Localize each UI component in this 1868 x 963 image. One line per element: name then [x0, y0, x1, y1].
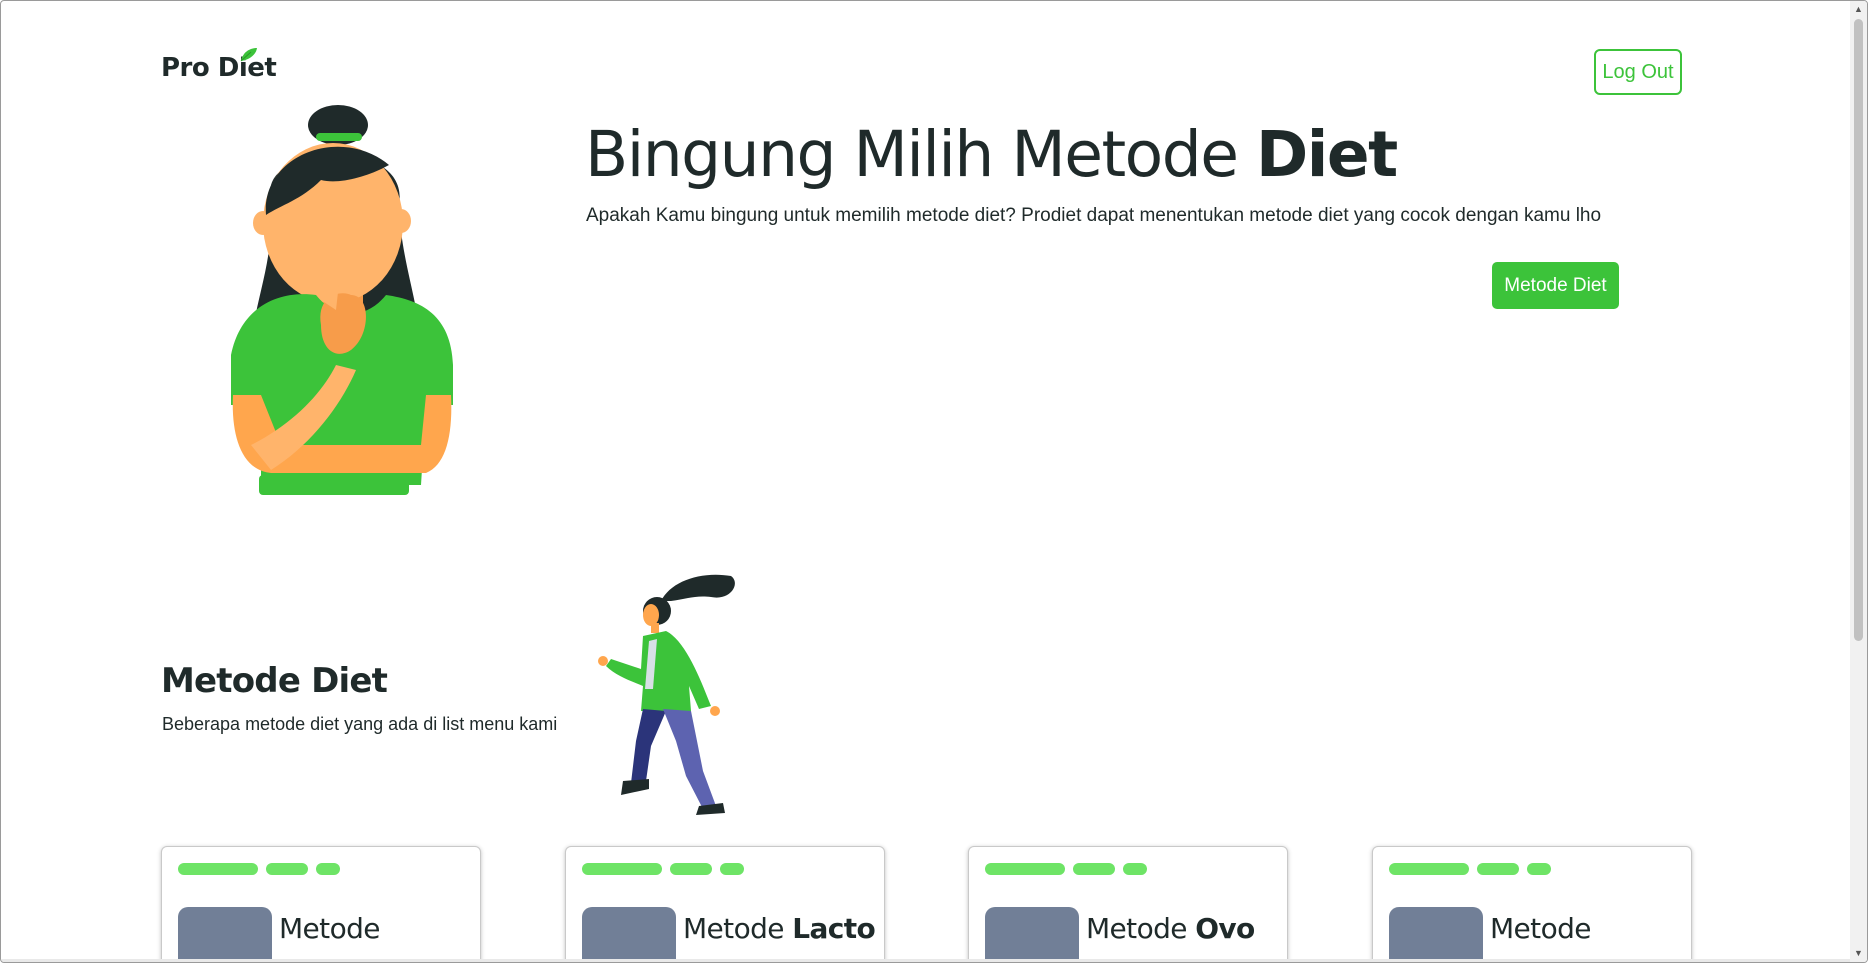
logo-text: Pro Diet: [161, 53, 277, 83]
diet-method-card[interactable]: Metode: [161, 846, 481, 962]
chevron-down-icon[interactable]: ▼: [1850, 945, 1867, 962]
tag-pill: [670, 863, 712, 875]
card-title: Metode: [1490, 912, 1592, 945]
card-title: Metode: [279, 912, 381, 945]
card-title-bold: Ovo: [1195, 912, 1255, 945]
card-thumbnail: [1389, 907, 1483, 962]
card-title-regular: Metode: [1490, 912, 1592, 945]
tag-pill: [178, 863, 258, 875]
section-description: Beberapa metode diet yang ada di list me…: [162, 714, 558, 734]
tag-pill: [1123, 863, 1147, 875]
scrollbar-thumb[interactable]: [1854, 19, 1863, 641]
tag-pill: [1389, 863, 1469, 875]
card-title-bold: Lacto: [792, 912, 876, 945]
hero-title: Bingung Milih Metode Diet: [585, 115, 1398, 195]
logout-button[interactable]: Log Out: [1594, 49, 1682, 95]
vertical-scrollbar[interactable]: ▲ ▼: [1850, 1, 1867, 962]
tag-pill: [720, 863, 744, 875]
browser-viewport: Pro Diet Log Out Bingung Milih Metode Di…: [0, 0, 1868, 963]
hero-description: Apakah Kamu bingung untuk memilih metode…: [586, 205, 1602, 226]
chevron-up-icon[interactable]: ▲: [1850, 1, 1867, 18]
tag-pill: [1477, 863, 1519, 875]
card-title: Metode Ovo: [1086, 912, 1255, 945]
tag-pill: [316, 863, 340, 875]
card-thumbnail: [985, 907, 1079, 962]
card-title-regular: Metode: [683, 912, 793, 945]
tag-pill: [582, 863, 662, 875]
walking-woman-illustration: [598, 574, 735, 815]
card-title-regular: Metode: [279, 912, 381, 945]
viewport-bottom-edge: [1, 959, 1867, 962]
tag-pill: [985, 863, 1065, 875]
diet-method-card[interactable]: Metode Ovo: [968, 846, 1288, 962]
hero-title-bold: Diet: [1255, 118, 1398, 191]
leaf-icon: [240, 48, 257, 62]
card-title-regular: Metode: [1086, 912, 1196, 945]
tag-pill: [1527, 863, 1551, 875]
diet-method-card[interactable]: Metode: [1372, 846, 1692, 962]
tag-pill: [1073, 863, 1115, 875]
card-thumbnail: [582, 907, 676, 962]
card-thumbnail: [178, 907, 272, 962]
section-title: Metode Diet: [161, 661, 388, 701]
hero-title-regular: Bingung Milih Metode: [585, 118, 1256, 191]
diet-method-card[interactable]: Metode Lacto: [565, 846, 885, 962]
card-title: Metode Lacto: [683, 912, 876, 945]
tag-pill: [266, 863, 308, 875]
thinking-woman-illustration: [231, 105, 453, 495]
metode-diet-button[interactable]: Metode Diet: [1492, 262, 1619, 309]
logo[interactable]: Pro Diet: [161, 53, 277, 83]
